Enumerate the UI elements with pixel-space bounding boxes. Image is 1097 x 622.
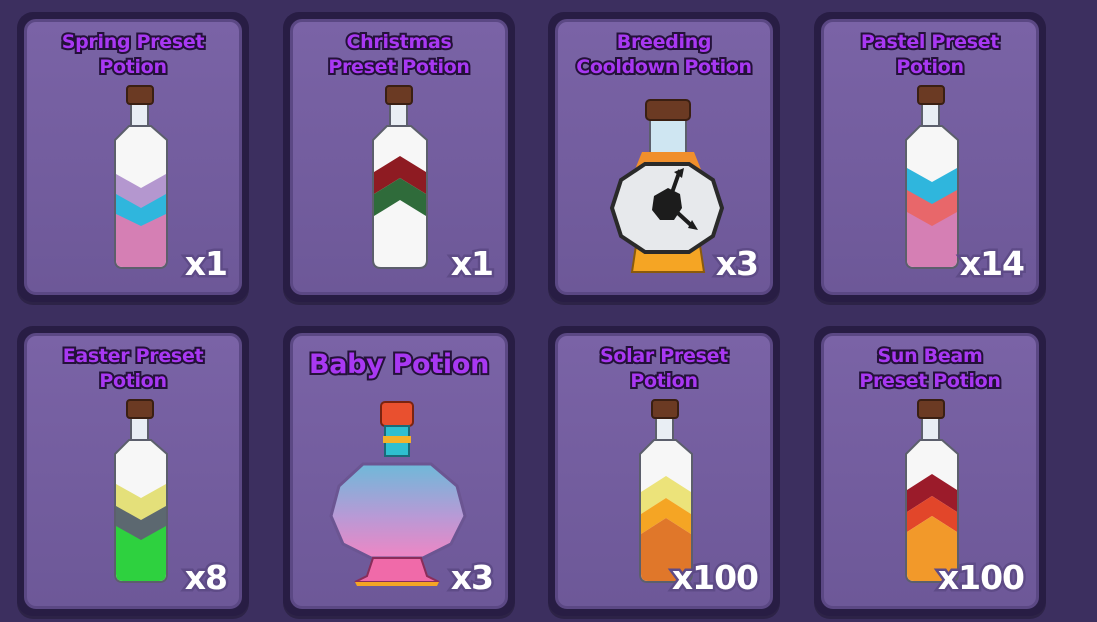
item-count: x1 — [448, 243, 496, 284]
item-card-breeding-cooldown-potion[interactable]: Breeding Cooldown Potion x3 — [548, 12, 780, 302]
item-count: x3 — [448, 557, 496, 598]
item-card-solar-preset-potion[interactable]: Solar Preset Potion x100 — [548, 326, 780, 616]
item-count: x1 — [182, 243, 230, 284]
item-card-body: Solar Preset Potion x100 — [555, 333, 773, 609]
item-card-body: Spring Preset Potion x1 — [24, 19, 242, 295]
item-count: x100 — [669, 557, 761, 598]
item-card-christmas-preset-potion[interactable]: Christmas Preset Potion x1 — [283, 12, 515, 302]
item-card-spring-preset-potion[interactable]: Spring Preset Potion x1 — [17, 12, 249, 302]
item-count: x100 — [935, 557, 1027, 598]
item-card-body: Baby Potion x3 — [290, 333, 508, 609]
item-card-body: Pastel Preset Potion x14 — [821, 19, 1039, 295]
item-count: x3 — [713, 243, 761, 284]
item-count: x8 — [182, 557, 230, 598]
item-card-sun-beam-preset-potion[interactable]: Sun Beam Preset Potion x100 — [814, 326, 1046, 616]
item-card-body: Sun Beam Preset Potion x100 — [821, 333, 1039, 609]
item-card-easter-preset-potion[interactable]: Easter Preset Potion x8 — [17, 326, 249, 616]
item-card-pastel-preset-potion[interactable]: Pastel Preset Potion x14 — [814, 12, 1046, 302]
inventory-grid: Spring Preset Potion x1 Christmas Preset… — [0, 0, 1097, 622]
item-card-body: Breeding Cooldown Potion x3 — [555, 19, 773, 295]
item-count: x14 — [957, 243, 1027, 284]
item-card-baby-potion[interactable]: Baby Potion x3 — [283, 326, 515, 616]
item-card-body: Christmas Preset Potion x1 — [290, 19, 508, 295]
item-card-body: Easter Preset Potion x8 — [24, 333, 242, 609]
